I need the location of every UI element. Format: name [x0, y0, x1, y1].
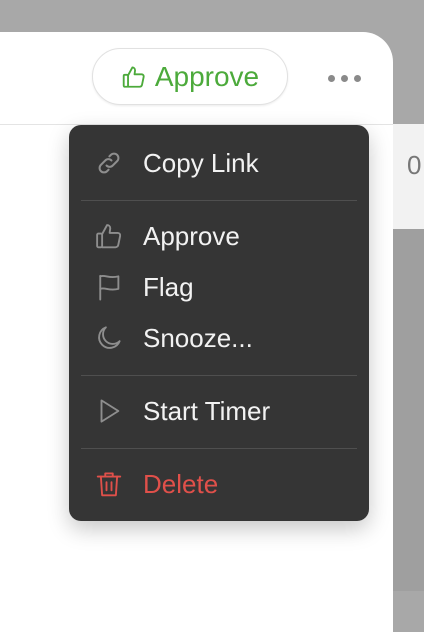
link-icon: [94, 148, 124, 178]
more-options-button[interactable]: [322, 64, 366, 92]
thumbs-up-icon: [94, 221, 124, 251]
right-pane-header: 0: [393, 124, 424, 229]
menu-item-label: Copy Link: [143, 147, 259, 178]
menu-item-snooze[interactable]: Snooze...: [69, 315, 369, 361]
moon-icon: [94, 323, 124, 353]
menu-item-label: Approve: [143, 220, 240, 251]
more-horizontal-icon: [327, 74, 335, 82]
flag-icon: [94, 272, 124, 302]
menu-item-start-timer[interactable]: Start Timer: [69, 388, 369, 434]
menu-item-label: Flag: [143, 271, 194, 302]
menu-item-copy-link[interactable]: Copy Link: [69, 140, 369, 186]
more-horizontal-icon: [340, 74, 348, 82]
menu-item-label: Snooze...: [143, 322, 253, 353]
menu-item-label: Delete: [143, 468, 219, 499]
play-icon: [94, 396, 124, 426]
approve-button[interactable]: Approve: [92, 48, 288, 105]
thumbs-up-icon: [121, 64, 147, 90]
context-menu: Copy Link Approve Flag Snooze... Start T…: [69, 125, 369, 521]
trash-icon: [94, 469, 124, 499]
approve-button-label: Approve: [154, 60, 260, 92]
menu-divider: [81, 448, 357, 449]
menu-divider: [81, 200, 357, 201]
right-pane-peek-text: 0: [407, 150, 422, 180]
menu-divider: [81, 375, 357, 376]
menu-item-label: Start Timer: [143, 395, 271, 426]
menu-item-delete[interactable]: Delete: [69, 461, 369, 507]
menu-item-flag[interactable]: Flag: [69, 264, 369, 310]
menu-item-approve[interactable]: Approve: [69, 213, 369, 259]
more-horizontal-icon: [353, 74, 361, 82]
